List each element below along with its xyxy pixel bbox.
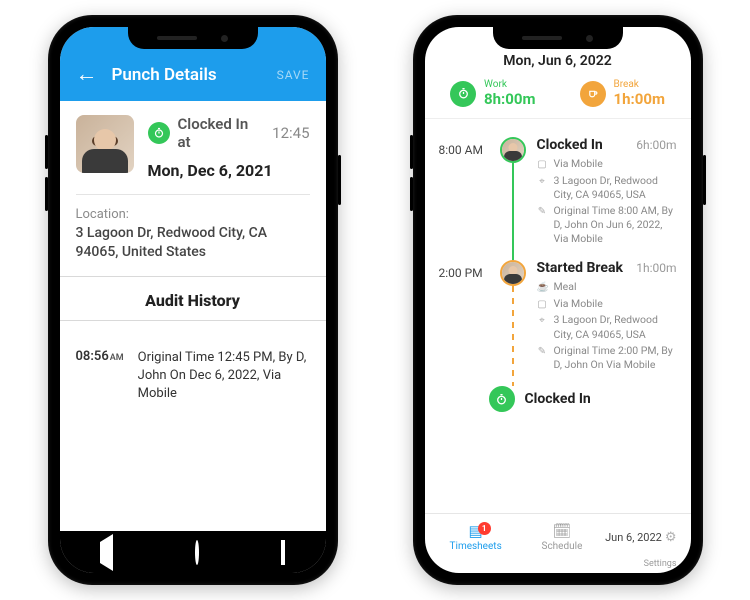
- entry-meal: Meal: [554, 280, 577, 294]
- pin-icon: ⌖: [537, 314, 548, 328]
- location-label: Location:: [76, 207, 310, 222]
- mobile-icon: ▢: [537, 158, 548, 172]
- mobile-icon: ▢: [537, 298, 548, 312]
- audit-time: 08:56AM: [76, 349, 124, 404]
- break-label: Break: [614, 79, 665, 90]
- pencil-icon: ✎: [537, 345, 548, 359]
- bottom-nav: ▤ 1 Timesheets 🗓 Schedule Jun 6, 2022 ⚙: [425, 513, 691, 561]
- save-button[interactable]: SAVE: [277, 68, 310, 82]
- entry-location: 3 Lagoon Dr, Redwood City, CA 94065, USA: [554, 313, 677, 341]
- audit-text: Original Time 12:45 PM, By D, John On De…: [138, 349, 310, 404]
- entry-original: Original Time 8:00 AM, By D, John On Jun…: [554, 204, 677, 247]
- nav-back-icon[interactable]: [100, 542, 113, 563]
- screen-left: ← Punch Details SAVE Clocked In at 12:45…: [60, 27, 326, 573]
- timeline-date-title: Mon, Jun 6, 2022: [425, 53, 691, 69]
- entry-time: 8:00 AM: [439, 137, 489, 260]
- audit-entry: 08:56AM Original Time 12:45 PM, By D, Jo…: [76, 335, 310, 418]
- break-value: 1h:00m: [614, 90, 665, 108]
- nav-date: Jun 6, 2022: [605, 531, 662, 544]
- entry-time: 2:00 PM: [439, 260, 489, 386]
- notification-badge: 1: [478, 522, 491, 535]
- entry-title: Started Break: [537, 260, 623, 276]
- phone-left: ← Punch Details SAVE Clocked In at 12:45…: [48, 15, 338, 585]
- location-text: 3 Lagoon Dr, Redwood City, CA 94065, Uni…: [76, 224, 310, 262]
- work-value: 8h:00m: [484, 90, 535, 108]
- break-total: Break 1h:00m: [580, 79, 665, 108]
- nav-label: Schedule: [542, 541, 583, 552]
- timeline-entry[interactable]: 2:00 PM Started Break 1h:00m ☕ Meal ▢ Via …: [439, 260, 677, 386]
- pencil-icon: ✎: [537, 205, 548, 219]
- entry-duration: 1h:00m: [636, 261, 676, 275]
- nav-timesheets[interactable]: ▤ 1 Timesheets: [433, 524, 519, 552]
- schedule-icon: 🗓: [552, 524, 571, 539]
- entry-title: Clocked In: [537, 137, 603, 153]
- nav-home-icon[interactable]: [195, 542, 199, 563]
- entry-original: Original Time 2:00 PM, By D, John On Via…: [554, 344, 677, 372]
- timeline-node-avatar: [500, 260, 526, 286]
- work-total: Work 8h:00m: [450, 79, 535, 108]
- gear-icon[interactable]: ⚙: [665, 530, 677, 545]
- back-arrow-icon[interactable]: ←: [76, 64, 98, 86]
- screen-right: Mon, Jun 6, 2022 Work 8h:00m: [425, 27, 691, 573]
- timeline-entry[interactable]: 8:00 AM Clocked In 6h:00m ▢ Via Mobile ⌖ 3…: [439, 137, 677, 260]
- nav-settings-label: Settings: [425, 559, 691, 573]
- stopwatch-icon: [148, 122, 170, 144]
- entry-location: 3 Lagoon Dr, Redwood City, CA 94065, USA: [554, 174, 677, 202]
- cup-icon: [580, 81, 606, 107]
- clocked-in-label: Clocked In at: [178, 115, 263, 151]
- entry-title: Clocked In: [525, 391, 591, 407]
- cup-icon: ☕: [537, 281, 548, 295]
- audit-history-title: Audit History: [76, 291, 310, 310]
- work-label: Work: [484, 79, 535, 90]
- punch-date: Mon, Dec 6, 2021: [148, 161, 310, 180]
- stopwatch-icon: [489, 386, 515, 412]
- timeline-node-avatar: [500, 137, 526, 163]
- android-nav-bar: [60, 531, 326, 573]
- stopwatch-icon: [450, 81, 476, 107]
- nav-date-selector[interactable]: Jun 6, 2022 ⚙: [605, 530, 682, 545]
- nav-label: Timesheets: [450, 541, 502, 552]
- timeline-entry-cutoff[interactable]: Clocked In: [489, 386, 677, 412]
- page-title: Punch Details: [112, 65, 263, 85]
- pin-icon: ⌖: [537, 175, 548, 189]
- entry-source: Via Mobile: [554, 157, 603, 171]
- entry-duration: 6h:00m: [636, 138, 676, 152]
- nav-recent-icon[interactable]: [281, 542, 285, 563]
- entry-source: Via Mobile: [554, 297, 603, 311]
- user-avatar: [76, 115, 134, 173]
- nav-schedule[interactable]: 🗓 Schedule: [519, 524, 605, 552]
- clocked-in-time: 12:45: [272, 124, 309, 142]
- phone-right: Mon, Jun 6, 2022 Work 8h:00m: [413, 15, 703, 585]
